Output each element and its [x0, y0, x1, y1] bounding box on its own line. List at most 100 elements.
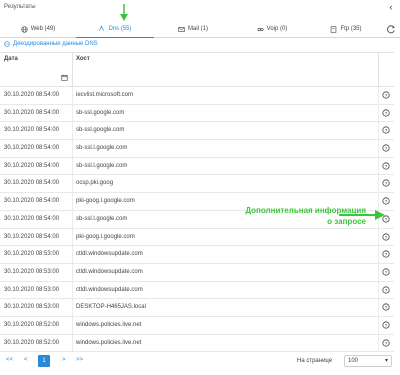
table-row[interactable]: 30.10.2020 08:54:00 sb-ssl.l.google.com?: [0, 157, 394, 176]
tab-ftp[interactable]: Ftp (35): [312, 20, 380, 38]
table-row[interactable]: 30.10.2020 08:53:00 ctldl.windowsupdate.c…: [0, 281, 394, 300]
per-page-select[interactable]: 100 ▾: [344, 355, 392, 367]
table-row[interactable]: 30.10.2020 08:54:00 iecvlist.microsoft.co…: [0, 87, 394, 105]
svg-text:?: ?: [385, 270, 388, 276]
info-icon[interactable]: ?: [382, 321, 390, 329]
info-icon[interactable]: ?: [382, 268, 390, 276]
tab-web[interactable]: Web (49): [0, 20, 76, 38]
table-row[interactable]: 30.10.2020 08:52:00 windows.policies.live…: [0, 334, 394, 353]
table-row[interactable]: 30.10.2020 08:54:00 sb-ssl.google.com?: [0, 122, 394, 141]
ftp-icon: [331, 25, 337, 33]
info-icon[interactable]: ?: [382, 109, 390, 117]
cell-date: 30.10.2020 08:52:00: [4, 321, 60, 328]
per-page-label: На странице: [297, 358, 333, 364]
tab-web-label: Web (49): [30, 26, 56, 32]
svg-text:?: ?: [385, 164, 388, 170]
last-page-button[interactable]: >>: [76, 357, 83, 363]
decoded-dns-label: Декодированные данные DNS: [13, 41, 98, 47]
cell-date: 30.10.2020 08:54:00: [4, 127, 60, 134]
cell-date: 30.10.2020 08:54:00: [4, 109, 60, 116]
info-icon[interactable]: ?: [382, 179, 390, 187]
table-row[interactable]: 30.10.2020 08:52:00 windows.policies.live…: [0, 316, 394, 335]
cell-host: sb-ssl.google.com: [76, 109, 125, 116]
tab-bar: Web (49) Dns (55) Mail (1) Voip (0) Ftp …: [0, 20, 400, 38]
info-icon[interactable]: ?: [382, 144, 390, 152]
cell-host: DESKTOP-H465JAS.local: [76, 304, 146, 311]
info-icon[interactable]: ?: [382, 285, 390, 294]
table-row[interactable]: 30.10.2020 08:54:00 sb-ssl.l.google.com?: [0, 140, 394, 158]
pagination: << < 1 > >> На странице 100 ▾: [0, 354, 400, 370]
decoded-dns-link[interactable]: Декодированные данные DNS: [4, 41, 98, 47]
cell-host: sb-ssl.l.google.com: [76, 215, 128, 222]
svg-text:?: ?: [385, 323, 388, 329]
svg-text:?: ?: [385, 340, 388, 346]
cell-host: windows.policies.live.net: [76, 339, 142, 346]
cell-date: 30.10.2020 08:54:00: [4, 145, 60, 152]
cell-date: 30.10.2020 08:53:00: [4, 286, 60, 293]
info-icon[interactable]: ?: [382, 339, 390, 347]
table-row[interactable]: 30.10.2020 08:53:00 DESKTOP-H465JAS.local…: [0, 299, 394, 317]
info-icon[interactable]: ?: [382, 126, 390, 134]
cell-date: 30.10.2020 08:54:00: [4, 180, 60, 187]
info-icon[interactable]: ?: [382, 232, 390, 241]
table-row[interactable]: 30.10.2020 08:54:00 pki-goog.l.google.com…: [0, 228, 394, 247]
svg-text:?: ?: [385, 146, 388, 152]
first-page-button[interactable]: <<: [6, 357, 13, 363]
tab-mail[interactable]: Mail (1): [154, 20, 232, 38]
cell-date: 30.10.2020 08:52:00: [4, 339, 60, 346]
info-icon[interactable]: ?: [382, 250, 390, 258]
cell-date: 30.10.2020 08:54:00: [4, 162, 60, 169]
cell-date: 30.10.2020 08:53:00: [4, 268, 60, 275]
cell-host: ctldl.windowsupdate.com: [76, 286, 143, 293]
cell-date: 30.10.2020 08:54:00: [4, 215, 60, 222]
table-row[interactable]: 30.10.2020 08:54:00 sb-ssl.google.com?: [0, 104, 394, 123]
table-header: Дата Хост: [0, 53, 394, 87]
column-header-date[interactable]: Дата: [4, 56, 18, 62]
results-table: Дата Хост 30.10.2020 08:54:00 iecvlist.mi…: [0, 52, 394, 353]
table-row[interactable]: 30.10.2020 08:53:00 ctldl.windowsupdate.c…: [0, 263, 394, 282]
globe-icon: [21, 25, 28, 33]
results-header: Результаты ‹: [0, 0, 400, 14]
voip-icon: [257, 27, 264, 31]
table-row[interactable]: 30.10.2020 08:54:00 ocsp.pki.goog?: [0, 175, 394, 194]
annotation-arrow-right-icon: [339, 210, 385, 220]
cell-host: sb-ssl.l.google.com: [76, 145, 128, 152]
tab-dns-label: Dns (55): [108, 25, 132, 32]
chevron-down-icon: ▾: [384, 358, 388, 364]
svg-text:?: ?: [385, 287, 388, 293]
prev-page-button[interactable]: <: [24, 357, 28, 363]
cell-date: 30.10.2020 08:53:00: [4, 251, 60, 258]
cell-date: 30.10.2020 08:54:00: [4, 233, 60, 240]
svg-text:?: ?: [385, 199, 388, 205]
table-row[interactable]: 30.10.2020 08:53:00 ctldl.windowsupdate.c…: [0, 246, 394, 264]
tab-voip[interactable]: Voip (0): [232, 20, 312, 38]
svg-text:?: ?: [385, 305, 388, 311]
svg-text:?: ?: [385, 252, 388, 258]
refresh-icon[interactable]: [386, 24, 396, 34]
date-filter-input[interactable]: [2, 73, 70, 83]
info-icon[interactable]: ?: [382, 91, 390, 99]
cell-date: 30.10.2020 08:54:00: [4, 92, 60, 98]
svg-text:?: ?: [385, 93, 388, 99]
chevron-left-icon[interactable]: ‹: [386, 2, 396, 12]
svg-text:?: ?: [385, 111, 388, 117]
tab-dns[interactable]: Dns (55): [76, 20, 154, 38]
cell-host: sb-ssl.google.com: [76, 127, 125, 134]
info-icon[interactable]: ?: [382, 303, 390, 311]
cell-host: sb-ssl.l.google.com: [76, 162, 128, 169]
calendar-icon[interactable]: [61, 74, 68, 81]
cell-host: ocsp.pki.goog: [76, 180, 114, 187]
per-page-value: 100: [348, 358, 359, 364]
globe-icon: [4, 41, 10, 47]
svg-text:?: ?: [385, 181, 388, 187]
info-icon[interactable]: ?: [382, 197, 390, 205]
current-page-button[interactable]: 1: [38, 355, 50, 367]
cell-host: pki-goog.l.google.com: [76, 198, 135, 205]
mail-icon: [178, 26, 185, 32]
column-header-host[interactable]: Хост: [76, 56, 90, 62]
route-icon: [99, 25, 105, 31]
results-title: Результаты: [4, 4, 36, 10]
next-page-button[interactable]: >: [62, 357, 66, 363]
info-icon[interactable]: ?: [382, 162, 390, 170]
svg-text:?: ?: [385, 217, 388, 223]
